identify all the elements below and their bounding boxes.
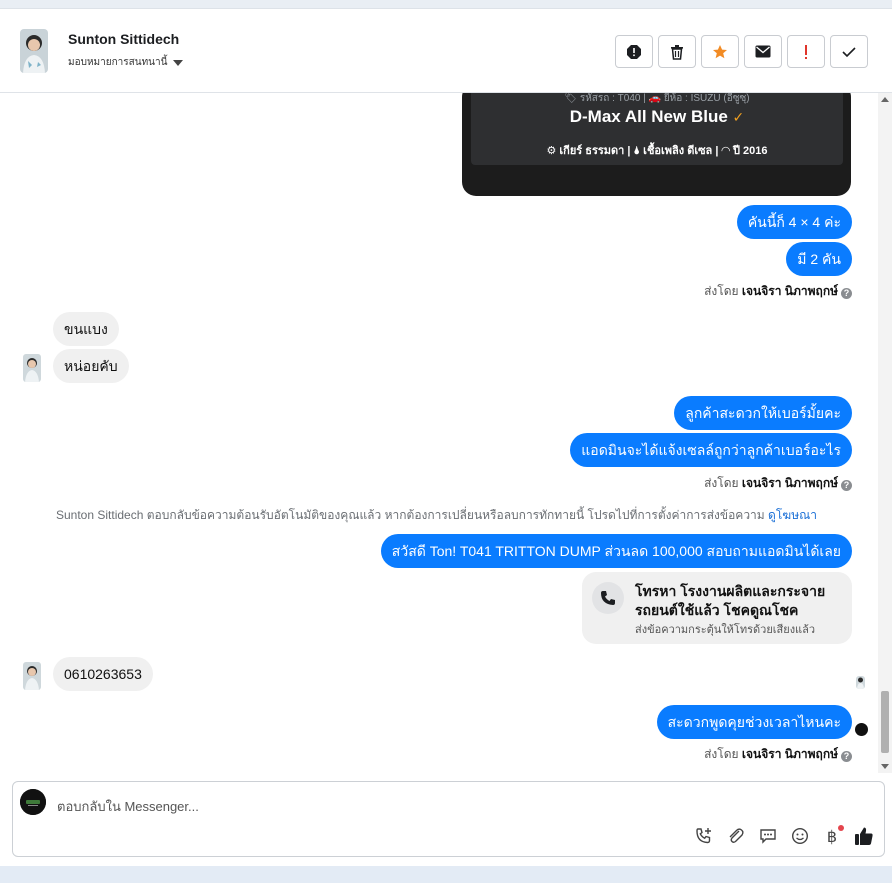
emoji-button[interactable] [790, 826, 810, 846]
call-card-subtitle: ส่งข้อความกระตุ้นให้โทรด้วยเสียงแล้ว [635, 624, 816, 636]
payment-button[interactable]: ฿ [822, 825, 844, 846]
trash-icon [671, 44, 683, 60]
follow-up-button[interactable] [787, 35, 825, 68]
outgoing-message[interactable]: สะดวกพูดคุยช่วงเวลาไหนคะ [656, 705, 852, 739]
read-receipt-avatar [856, 676, 865, 689]
sent-by-label: ส่งโดย เจนจิรา นิภาพฤกษ์? [704, 474, 852, 493]
scroll-down-arrow-icon[interactable] [881, 764, 889, 769]
smiley-icon [791, 827, 809, 845]
baht-icon: ฿ [826, 826, 838, 846]
seen-indicator-avatar [855, 723, 868, 736]
agent-name: เจนจิรา นิภาพฤกษ์ [741, 284, 838, 298]
window-bottom-strip [0, 866, 892, 883]
help-icon[interactable]: ? [841, 751, 852, 762]
header-actions [615, 35, 868, 68]
message-input[interactable] [57, 796, 657, 816]
phone-icon [592, 582, 624, 614]
product-image-card[interactable]: 🏷 รหัสรถ : T040 | 🚗 ยี่ห้อ : ISUZU (อีซู… [462, 93, 851, 196]
card-specs: ⚙ เกียร์ ธรรมดา | 🌢 เชื้อเพลิง ดีเซล | ◠… [546, 145, 768, 157]
checkmark-icon [842, 46, 856, 57]
contact-avatar[interactable] [20, 29, 48, 73]
exclamation-icon [805, 44, 807, 59]
sent-by-label: ส่งโดย เจนจิรา นิภาพฤกษ์? [704, 282, 852, 301]
paperclip-icon [729, 828, 744, 843]
page-avatar [20, 789, 46, 815]
contact-avatar-small [23, 662, 41, 690]
scrollbar-thumb[interactable] [881, 691, 889, 753]
mark-done-button[interactable] [830, 35, 868, 68]
verified-check-icon: ✓ [732, 109, 745, 125]
call-add-button[interactable] [694, 826, 714, 846]
call-card-title: โทรหา โรงงานผลิตและกระจายรถยนต์ใช้แล้ว โ… [635, 583, 826, 618]
conversation-panel: Sunton Sittidech มอบหมายการสนทนานี้ 🏷 รห… [0, 8, 892, 866]
chat-bubble-icon [760, 829, 776, 844]
delete-button[interactable] [658, 35, 696, 68]
like-button[interactable] [854, 826, 874, 846]
saved-replies-button[interactable] [758, 826, 778, 846]
contact-name[interactable]: Sunton Sittidech [68, 31, 179, 47]
alert-octagon-icon [627, 44, 641, 59]
sent-by-label: ส่งโดย เจนจิรา นิภาพฤกษ์? [704, 745, 852, 764]
mark-unread-button[interactable] [744, 35, 782, 68]
help-icon[interactable]: ? [841, 288, 852, 299]
incoming-message[interactable]: 0610263653 [53, 657, 153, 691]
thread-scrollbar[interactable] [878, 93, 892, 773]
mark-spam-button[interactable] [615, 35, 653, 68]
card-car-code: 🏷 รหัสรถ : T040 | 🚗 ยี่ห้อ : ISUZU (อีซู… [564, 93, 750, 104]
reply-composer: ฿ [12, 781, 885, 857]
outgoing-message[interactable]: มี 2 คัน [786, 242, 852, 276]
scroll-up-arrow-icon[interactable] [881, 97, 889, 102]
attach-button[interactable] [726, 826, 746, 846]
contact-avatar-small [23, 354, 41, 382]
incoming-message[interactable]: หน่อยคับ [53, 349, 129, 383]
incoming-message[interactable]: ขนแบง [53, 312, 119, 346]
assign-label: มอบหมายการสนทนานี้ [68, 57, 168, 68]
phone-plus-icon [696, 828, 711, 844]
window-top-strip [0, 0, 892, 8]
outgoing-message[interactable]: แอดมินจะได้แจ้งเซลล์ถูกว่าลูกค้าเบอร์อะไ… [570, 433, 852, 467]
system-notice: Sunton Sittidech ตอบกลับข้อความต้อนรับอั… [56, 508, 817, 522]
outgoing-message[interactable]: สวัสดี Ton! T041 TRITTON DUMP ส่วนลด 100… [380, 534, 852, 568]
conversation-header: Sunton Sittidech มอบหมายการสนทนานี้ [0, 9, 892, 93]
assign-conversation-dropdown[interactable]: มอบหมายการสนทนานี้ [68, 55, 184, 70]
thumbs-up-icon [855, 827, 873, 845]
message-thread: 🏷 รหัสรถ : T040 | 🚗 ยี่ห้อ : ISUZU (อีซู… [0, 93, 878, 773]
caret-down-icon [173, 59, 184, 66]
card-title: D-Max All New Blue [569, 107, 728, 126]
help-icon[interactable]: ? [841, 480, 852, 491]
envelope-icon [755, 45, 771, 58]
notification-dot [838, 825, 844, 831]
outgoing-message[interactable]: ลูกค้าสะดวกให้เบอร์มั้ยคะ [674, 396, 852, 430]
agent-name: เจนจิรา นิภาพฤกษ์ [741, 747, 838, 761]
composer-toolbar: ฿ [694, 825, 874, 846]
call-request-card[interactable]: โทรหา โรงงานผลิตและกระจายรถยนต์ใช้แล้ว โ… [582, 572, 852, 644]
view-ad-link[interactable]: ดูโฆษณา [768, 508, 817, 522]
star-icon [713, 44, 727, 58]
star-button[interactable] [701, 35, 739, 68]
agent-name: เจนจิรา นิภาพฤกษ์ [741, 476, 838, 490]
outgoing-message[interactable]: คันนี้ก็ 4 × 4 ค่ะ [736, 205, 852, 239]
